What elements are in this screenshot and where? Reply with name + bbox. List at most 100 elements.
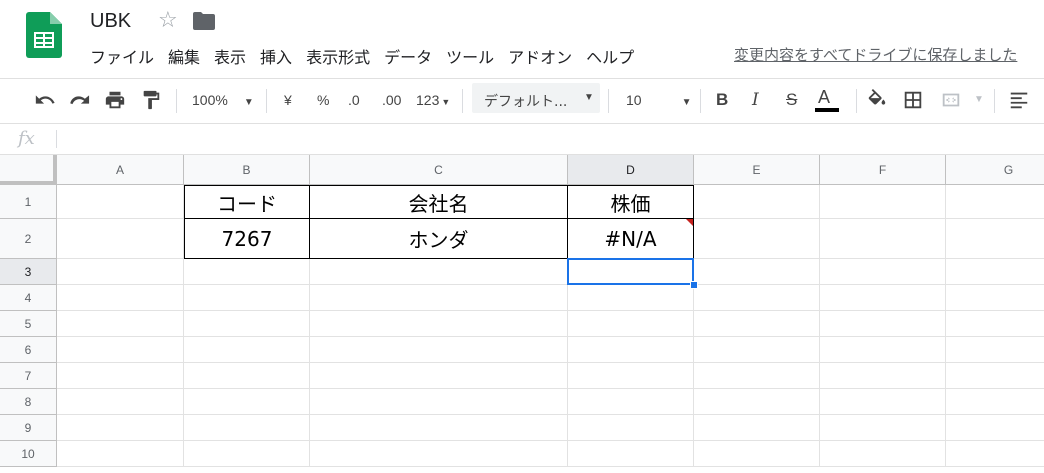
percent-format-button[interactable]: %: [317, 92, 329, 108]
formula-input[interactable]: [64, 130, 1034, 148]
cell-a3[interactable]: [57, 259, 184, 285]
cell-b4[interactable]: [184, 285, 310, 311]
cell-g2[interactable]: [946, 219, 1044, 259]
cell-d10[interactable]: [568, 441, 694, 467]
cell-g6[interactable]: [946, 337, 1044, 363]
cell-b5[interactable]: [184, 311, 310, 337]
cell-e6[interactable]: [694, 337, 820, 363]
row-header-5[interactable]: 5: [0, 311, 57, 337]
cell-b10[interactable]: [184, 441, 310, 467]
cell-c5[interactable]: [310, 311, 568, 337]
cell-c10[interactable]: [310, 441, 568, 467]
cell-f9[interactable]: [820, 415, 946, 441]
menu-insert[interactable]: 挿入: [260, 44, 292, 70]
cell-a9[interactable]: [57, 415, 184, 441]
print-icon[interactable]: [104, 89, 126, 114]
text-color-button[interactable]: A: [815, 87, 839, 112]
column-header-d[interactable]: D: [568, 155, 694, 185]
cell-a6[interactable]: [57, 337, 184, 363]
row-header-7[interactable]: 7: [0, 363, 57, 389]
cell-a8[interactable]: [57, 389, 184, 415]
column-header-g[interactable]: G: [946, 155, 1044, 185]
cell-b8[interactable]: [184, 389, 310, 415]
star-icon[interactable]: ☆: [158, 8, 178, 33]
cell-b1[interactable]: コード: [184, 185, 310, 219]
cell-c6[interactable]: [310, 337, 568, 363]
row-header-10[interactable]: 10: [0, 441, 57, 467]
menu-addons[interactable]: アドオン: [508, 44, 572, 70]
paint-format-icon[interactable]: [140, 89, 162, 114]
cell-f4[interactable]: [820, 285, 946, 311]
column-header-c[interactable]: C: [310, 155, 568, 185]
chevron-down-icon[interactable]: ▼: [974, 94, 984, 105]
row-header-3[interactable]: 3: [0, 259, 57, 285]
row-header-6[interactable]: 6: [0, 337, 57, 363]
more-formats-select[interactable]: 123 ▼: [416, 92, 450, 108]
cell-e3[interactable]: [694, 259, 820, 285]
cell-d6[interactable]: [568, 337, 694, 363]
font-size-select[interactable]: 10 ▼: [626, 92, 691, 108]
borders-icon[interactable]: [902, 89, 924, 114]
cell-a5[interactable]: [57, 311, 184, 337]
cell-g5[interactable]: [946, 311, 1044, 337]
menu-help[interactable]: ヘルプ: [586, 44, 634, 70]
document-title[interactable]: UBK: [90, 10, 131, 33]
cell-c7[interactable]: [310, 363, 568, 389]
increase-decimal-button[interactable]: .00: [382, 92, 401, 108]
save-status-link[interactable]: 変更内容をすべてドライブに保存しました: [734, 44, 1017, 65]
cell-f1[interactable]: [820, 185, 946, 219]
cell-c3[interactable]: [310, 259, 568, 285]
cell-e2[interactable]: [694, 219, 820, 259]
cell-d4[interactable]: [568, 285, 694, 311]
cell-a2[interactable]: [57, 219, 184, 259]
cell-g7[interactable]: [946, 363, 1044, 389]
cell-b2[interactable]: 7267: [184, 219, 310, 259]
strikethrough-button[interactable]: S: [786, 90, 797, 110]
cell-f5[interactable]: [820, 311, 946, 337]
cell-g1[interactable]: [946, 185, 1044, 219]
cell-c8[interactable]: [310, 389, 568, 415]
bold-button[interactable]: B: [716, 90, 728, 110]
row-header-8[interactable]: 8: [0, 389, 57, 415]
select-all-corner[interactable]: [0, 155, 57, 185]
cell-c2[interactable]: ホンダ: [310, 219, 568, 259]
font-family-select[interactable]: デフォルト... ▼: [472, 83, 600, 113]
fill-handle[interactable]: [690, 281, 698, 289]
cell-c9[interactable]: [310, 415, 568, 441]
row-header-4[interactable]: 4: [0, 285, 57, 311]
cell-b9[interactable]: [184, 415, 310, 441]
cell-c4[interactable]: [310, 285, 568, 311]
row-header-9[interactable]: 9: [0, 415, 57, 441]
italic-button[interactable]: I: [752, 90, 759, 110]
cell-e5[interactable]: [694, 311, 820, 337]
cell-e8[interactable]: [694, 389, 820, 415]
column-header-b[interactable]: B: [184, 155, 310, 185]
cell-e9[interactable]: [694, 415, 820, 441]
cell-b7[interactable]: [184, 363, 310, 389]
undo-icon[interactable]: [34, 89, 56, 114]
cell-d9[interactable]: [568, 415, 694, 441]
cell-d2[interactable]: #N/A: [568, 219, 694, 259]
cell-d5[interactable]: [568, 311, 694, 337]
cell-f10[interactable]: [820, 441, 946, 467]
cell-f3[interactable]: [820, 259, 946, 285]
menu-edit[interactable]: 編集: [168, 44, 200, 70]
cell-d7[interactable]: [568, 363, 694, 389]
cell-a1[interactable]: [57, 185, 184, 219]
cell-f8[interactable]: [820, 389, 946, 415]
align-left-icon[interactable]: [1008, 89, 1030, 114]
menu-tools[interactable]: ツール: [446, 44, 494, 70]
cell-b6[interactable]: [184, 337, 310, 363]
cell-f7[interactable]: [820, 363, 946, 389]
zoom-select[interactable]: 100% ▼: [192, 92, 254, 108]
row-header-1[interactable]: 1: [0, 185, 57, 219]
menu-format[interactable]: 表示形式: [306, 44, 370, 70]
menu-view[interactable]: 表示: [214, 44, 246, 70]
fill-color-icon[interactable]: [866, 89, 888, 114]
column-header-a[interactable]: A: [57, 155, 184, 185]
column-header-e[interactable]: E: [694, 155, 820, 185]
currency-format-button[interactable]: ¥: [284, 92, 292, 108]
cell-e1[interactable]: [694, 185, 820, 219]
cell-c1[interactable]: 会社名: [310, 185, 568, 219]
cell-f6[interactable]: [820, 337, 946, 363]
